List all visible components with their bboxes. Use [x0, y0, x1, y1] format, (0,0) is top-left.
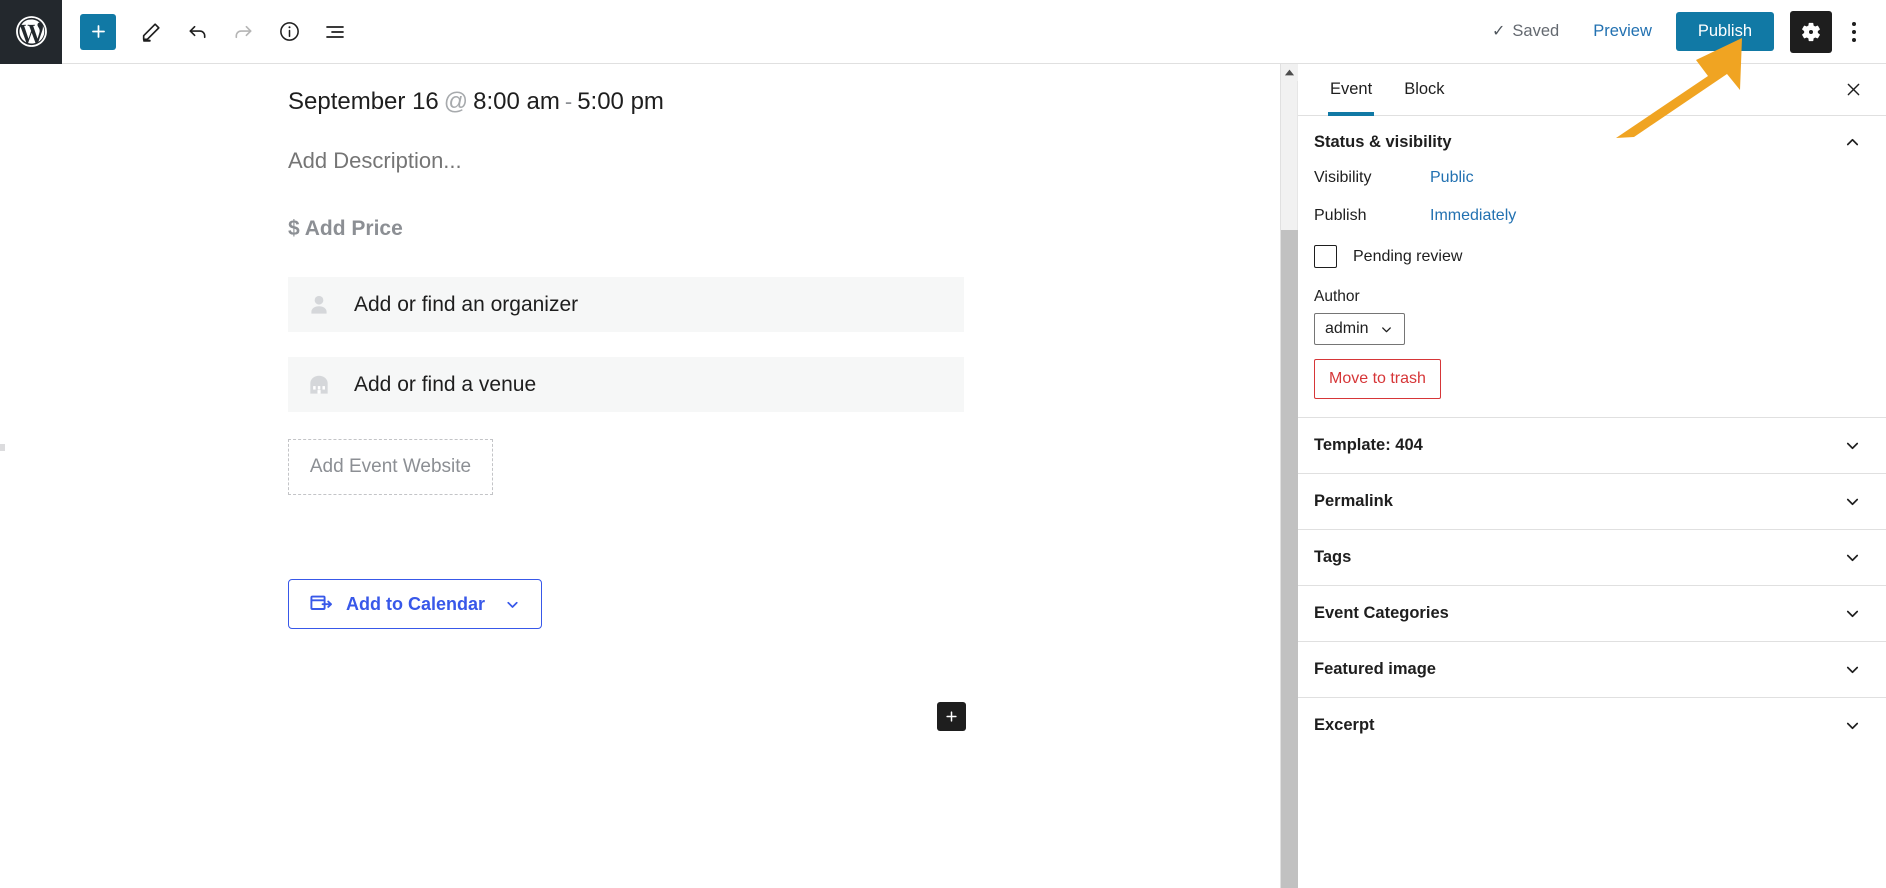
more-vertical-icon[interactable]	[1836, 11, 1872, 53]
list-view-button[interactable]	[312, 9, 358, 55]
add-to-calendar-label: Add to Calendar	[346, 594, 485, 615]
sidebar-row-template[interactable]: Template: 404	[1298, 417, 1886, 473]
editor-settings-sidebar: Event Block Status & visibility Visibili…	[1280, 64, 1886, 888]
chevron-down-icon	[1379, 322, 1394, 337]
preview-button[interactable]: Preview	[1581, 14, 1664, 49]
redo-button[interactable]	[220, 9, 266, 55]
author-label: Author	[1314, 288, 1870, 306]
edit-tool-button[interactable]	[128, 9, 174, 55]
add-block-button[interactable]	[80, 14, 116, 50]
sidebar-collapsed-sections: Template: 404 Permalink Tags Event Categ…	[1298, 417, 1886, 753]
move-to-trash-button[interactable]: Move to trash	[1314, 359, 1441, 399]
pending-review-label: Pending review	[1353, 248, 1462, 266]
status-visibility-section-body: Visibility Public Publish Immediately Pe…	[1298, 169, 1886, 417]
editor-canvas: September 16@8:00 am-5:00 pm Add Descrip…	[0, 64, 1262, 888]
chevron-down-icon[interactable]	[1843, 604, 1862, 623]
pending-review-row: Pending review	[1314, 245, 1870, 268]
sidebar-tabs: Event Block	[1298, 64, 1886, 116]
sidebar-row-label: Excerpt	[1314, 716, 1375, 735]
sidebar-row-excerpt[interactable]: Excerpt	[1298, 697, 1886, 753]
chevron-down-icon[interactable]	[1843, 492, 1862, 511]
editor-actions-group: ✓ Saved Preview Publish	[1492, 11, 1886, 53]
visibility-label: Visibility	[1314, 169, 1430, 187]
editor-tools-group	[62, 9, 358, 55]
chevron-up-icon[interactable]	[1843, 133, 1862, 152]
wordpress-logo-icon[interactable]	[0, 0, 62, 64]
saved-label: Saved	[1512, 22, 1559, 41]
pending-review-checkbox[interactable]	[1314, 245, 1337, 268]
status-visibility-section-header[interactable]: Status & visibility	[1298, 116, 1886, 169]
event-datetime-row[interactable]: September 16@8:00 am-5:00 pm	[288, 86, 1262, 117]
chevron-down-icon[interactable]	[1843, 660, 1862, 679]
author-field: Author admin	[1314, 288, 1870, 345]
canvas-edge-marker	[0, 444, 5, 451]
sidebar-row-tags[interactable]: Tags	[1298, 529, 1886, 585]
sidebar-panel: Event Block Status & visibility Visibili…	[1298, 64, 1886, 888]
gear-icon[interactable]	[1790, 11, 1832, 53]
sidebar-scrollbar-thumb[interactable]	[1281, 230, 1298, 888]
event-end-time[interactable]: 5:00 pm	[577, 88, 664, 115]
time-range-separator: -	[560, 89, 577, 114]
saved-status: ✓ Saved	[1492, 22, 1559, 41]
chevron-down-icon	[504, 596, 521, 613]
author-value: admin	[1325, 320, 1369, 338]
sidebar-row-event-categories[interactable]: Event Categories	[1298, 585, 1886, 641]
check-icon: ✓	[1492, 24, 1505, 40]
event-block-content: September 16@8:00 am-5:00 pm Add Descrip…	[0, 64, 1262, 629]
event-date[interactable]: September 16	[288, 88, 439, 115]
sidebar-row-label: Tags	[1314, 548, 1351, 567]
sidebar-row-label: Permalink	[1314, 492, 1393, 511]
chevron-down-icon[interactable]	[1843, 548, 1862, 567]
sidebar-row-label: Template: 404	[1314, 436, 1423, 455]
publish-button[interactable]: Publish	[1676, 12, 1774, 51]
undo-button[interactable]	[174, 9, 220, 55]
sidebar-row-featured-image[interactable]: Featured image	[1298, 641, 1886, 697]
author-select[interactable]: admin	[1314, 313, 1405, 345]
chevron-down-icon[interactable]	[1843, 716, 1862, 735]
event-organizer-field[interactable]: Add or find an organizer	[288, 277, 964, 332]
info-circle-icon[interactable]	[266, 9, 312, 55]
chevron-down-icon[interactable]	[1843, 436, 1862, 455]
tab-event[interactable]: Event	[1314, 64, 1388, 115]
at-separator: @	[439, 88, 473, 115]
close-icon[interactable]	[1838, 75, 1868, 105]
visibility-row: Visibility Public	[1314, 169, 1870, 187]
building-icon	[302, 368, 336, 402]
event-start-time[interactable]: 8:00 am	[473, 88, 560, 115]
publish-date-row: Publish Immediately	[1314, 207, 1870, 225]
visibility-value-button[interactable]: Public	[1430, 169, 1474, 187]
event-organizer-label: Add or find an organizer	[354, 293, 578, 317]
sidebar-row-label: Featured image	[1314, 660, 1436, 679]
event-website-input[interactable]: Add Event Website	[288, 439, 493, 495]
event-venue-field[interactable]: Add or find a venue	[288, 357, 964, 412]
calendar-export-icon	[309, 593, 333, 615]
sidebar-row-label: Event Categories	[1314, 604, 1449, 623]
publish-date-value-button[interactable]: Immediately	[1430, 207, 1516, 225]
event-description-input[interactable]: Add Description...	[288, 148, 1262, 174]
person-icon	[302, 288, 336, 322]
publish-label: Publish	[1314, 207, 1430, 225]
scroll-up-arrow-icon[interactable]	[1281, 64, 1298, 81]
event-venue-label: Add or find a venue	[354, 373, 536, 397]
canvas-block-inserter-button[interactable]	[937, 702, 966, 731]
sidebar-row-permalink[interactable]: Permalink	[1298, 473, 1886, 529]
add-to-calendar-button[interactable]: Add to Calendar	[288, 579, 542, 629]
status-visibility-title: Status & visibility	[1314, 133, 1452, 152]
editor-top-bar: ✓ Saved Preview Publish	[0, 0, 1886, 64]
tab-block[interactable]: Block	[1388, 64, 1460, 115]
sidebar-scrollbar[interactable]	[1281, 64, 1298, 888]
event-price-input[interactable]: $ Add Price	[288, 217, 1262, 241]
